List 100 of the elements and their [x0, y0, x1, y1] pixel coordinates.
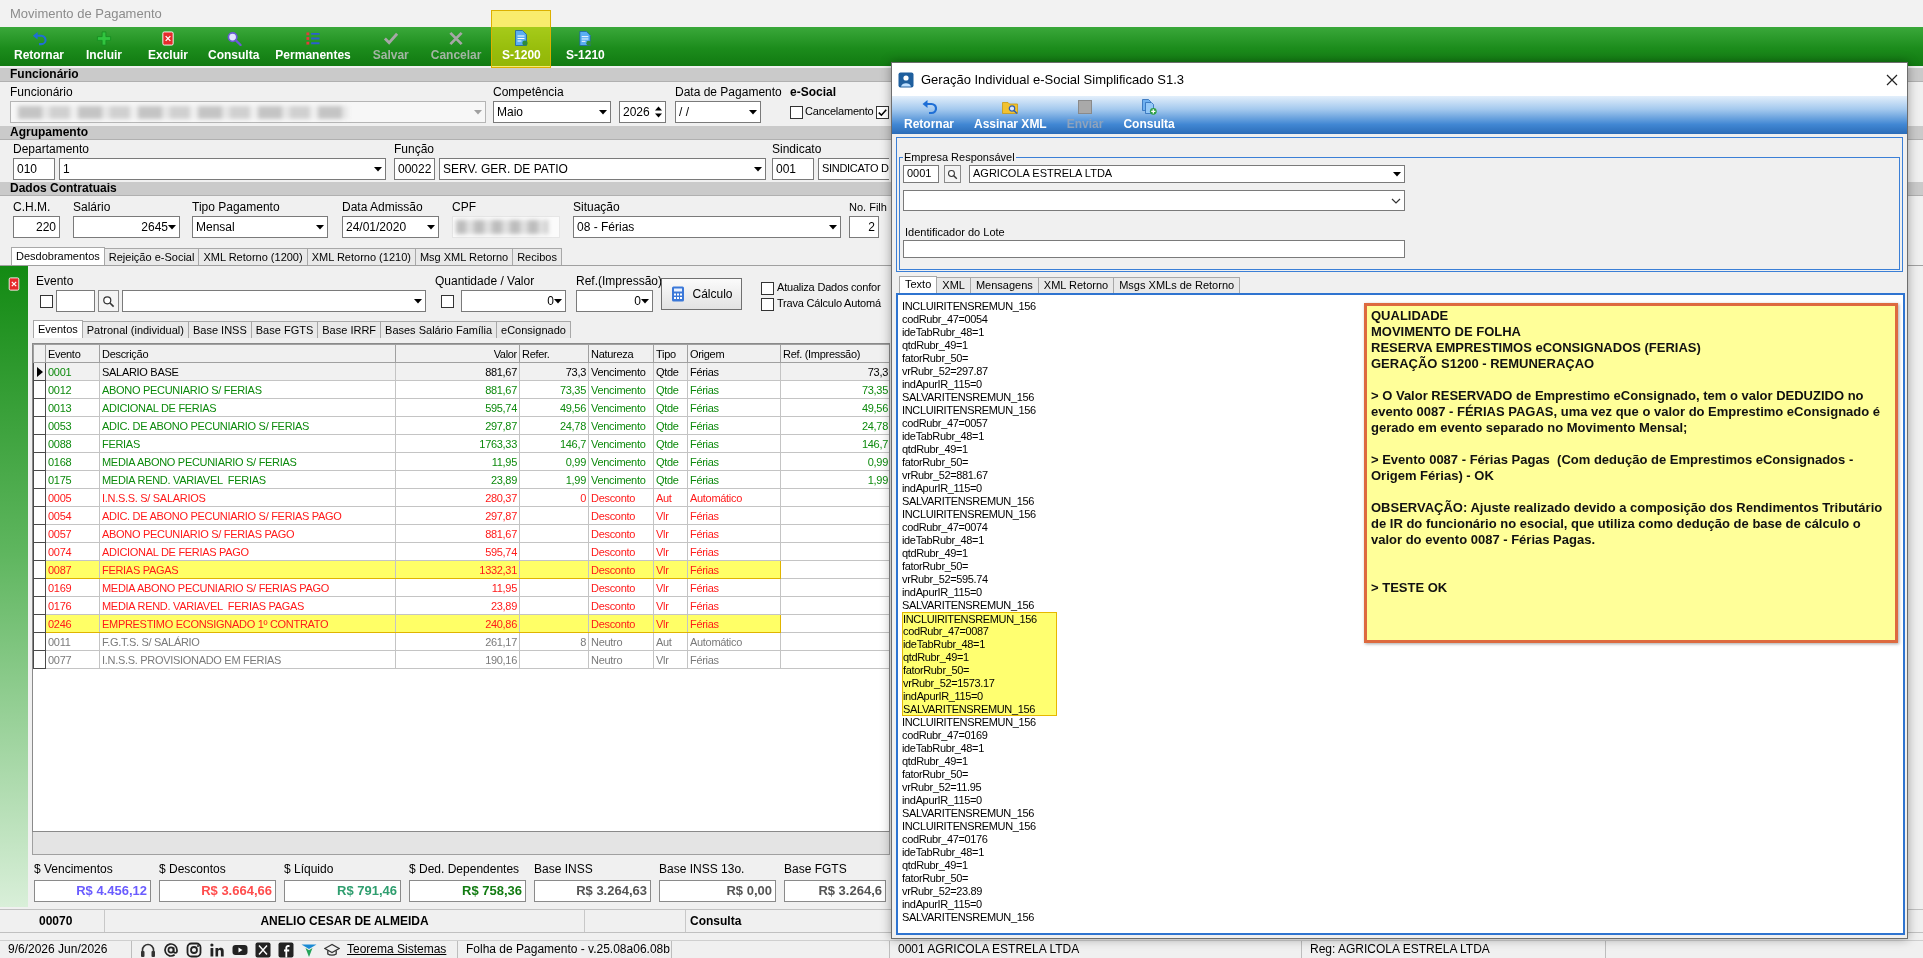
code-field[interactable]: 00022 [394, 158, 435, 180]
select-field[interactable]: SERV. GER. DE PATIO [439, 158, 766, 180]
tab[interactable]: XML [936, 277, 971, 293]
value-select[interactable]: 0 [461, 290, 566, 312]
tab[interactable]: Base IRRF [317, 321, 382, 338]
close-icon[interactable] [1886, 73, 1898, 86]
checkbox[interactable] [441, 294, 454, 308]
website-link[interactable]: Teorema Sistemas [347, 942, 447, 957]
number-select[interactable]: 2645 [73, 216, 180, 238]
checkbox[interactable] [875, 105, 889, 119]
tab[interactable]: XML Retorno (1210) [306, 248, 416, 265]
x-logo-icon[interactable] [255, 941, 271, 958]
delete-icon [160, 31, 176, 46]
table-cell: 49,56 [519, 398, 589, 417]
tab[interactable]: Base INSS [187, 321, 252, 338]
column-header[interactable]: Refer. [519, 344, 589, 363]
toolbar-button[interactable]: Permanentes [269, 27, 357, 66]
date-select[interactable]: / / [675, 101, 761, 123]
column-header[interactable]: Evento [45, 344, 100, 363]
tab[interactable]: Mensagens [969, 277, 1039, 293]
text-line: indApurIR_115=0 [902, 378, 982, 391]
tab[interactable]: eConsignado [496, 321, 571, 338]
linkedin-icon[interactable] [209, 941, 225, 958]
toolbar-button[interactable]: Incluir [74, 27, 134, 66]
toolbar-button[interactable]: Excluir [138, 27, 198, 66]
graduation-cap-icon[interactable] [324, 941, 340, 958]
event-select[interactable] [122, 290, 426, 312]
checkbox[interactable] [761, 281, 774, 295]
code-field[interactable]: 001 [772, 158, 814, 180]
tab[interactable]: Texto [899, 276, 938, 293]
note-paragraph: OBSERVAÇÃO: Ajuste realizado devido a composição dos Rendimentos Tributário de IR do funcionário no esocial, que utiliza como dedução de base de cálculo o valor do evento 0087 - Férias Pagas. [1371, 500, 1884, 548]
tab[interactable]: Bases Salário Família [380, 321, 498, 338]
text-field[interactable] [903, 240, 1405, 258]
instagram-icon[interactable] [186, 941, 202, 958]
company-select[interactable]: AGRICOLA ESTRELA LTDA [969, 165, 1405, 183]
table-cell: F.G.T.S. S/ SALÁRIO [99, 632, 396, 651]
tab[interactable]: Recibos [512, 248, 562, 265]
toolbar-button[interactable]: Consulta [202, 27, 266, 66]
column-header[interactable]: Descrição [99, 344, 396, 363]
check-icon [382, 31, 399, 46]
checkbox[interactable] [40, 294, 53, 308]
facebook-icon[interactable] [278, 941, 294, 958]
select-field[interactable]: Mensal [192, 216, 328, 238]
text-line: codRubr_47=0176 [902, 833, 988, 846]
calculate-button[interactable]: Cálculo [661, 278, 742, 310]
column-header[interactable]: Ref. (Impressão) [780, 344, 889, 363]
select-field[interactable] [903, 190, 1405, 211]
table-cell: 0054 [45, 506, 100, 525]
text-line: SALVARITENSREMUN_156 [902, 807, 1034, 820]
year-spinner[interactable]: 2026 [619, 101, 666, 123]
month-select[interactable]: Maio [493, 101, 611, 123]
masked-field[interactable] [452, 216, 560, 238]
toolbar-button[interactable]: S-1210 [555, 27, 616, 66]
column-header[interactable]: Tipo [653, 344, 688, 363]
search-icon [102, 294, 115, 308]
table-cell: Vlr [653, 596, 688, 615]
total-field: R$ 4.456,12 [34, 880, 151, 902]
dropdown-arrow-icon [599, 109, 607, 115]
select-field[interactable]: 1 [59, 158, 386, 180]
column-header[interactable]: Origem [687, 344, 781, 363]
tab[interactable]: Msgs XMLs de Retorno [1113, 277, 1241, 293]
field-label: CPF [452, 200, 476, 214]
delete-icon[interactable] [7, 276, 21, 291]
value-select[interactable]: 0 [576, 290, 653, 312]
number-field[interactable]: 2 [849, 216, 879, 238]
tab[interactable]: XML Retorno (1200) [198, 248, 308, 265]
column-header[interactable]: Natureza [588, 344, 654, 363]
search-button[interactable] [98, 290, 119, 312]
headset-icon[interactable] [140, 941, 156, 958]
text-area[interactable] [896, 293, 1905, 935]
checkbox[interactable] [761, 297, 774, 311]
table-cell: 11,95 [395, 578, 520, 597]
table-cell: Férias [687, 542, 781, 561]
code-field[interactable]: 0001 [903, 165, 939, 183]
field-label: Função [394, 142, 435, 156]
column-header[interactable]: Valor [395, 344, 520, 363]
field-label: Base INSS 13o. [659, 862, 745, 876]
select-field[interactable]: 08 - Férias [573, 216, 841, 238]
tab[interactable]: Desdobramentos [11, 247, 105, 265]
search-icon [225, 31, 242, 46]
code-field[interactable] [56, 290, 95, 312]
table-cell: 24,78 [519, 416, 589, 435]
text-field[interactable]: SINDICATO D [818, 158, 889, 180]
tab[interactable]: Msg XML Retorno [414, 248, 514, 265]
checkbox[interactable] [790, 105, 803, 119]
toolbar-button[interactable]: Retornar [8, 27, 70, 66]
tab[interactable]: Base FGTS [250, 321, 319, 338]
tab[interactable]: XML Retorno [1037, 277, 1115, 293]
tab[interactable]: Eventos [33, 320, 83, 338]
number-field[interactable]: 220 [13, 216, 60, 238]
tab[interactable]: Rejeição e-Social [103, 248, 200, 265]
tab[interactable]: Patronal (individual) [81, 321, 189, 338]
code-field[interactable]: 010 [13, 158, 55, 180]
at-sign-icon[interactable] [163, 941, 179, 958]
dropdown-arrow-icon [427, 224, 435, 230]
search-button[interactable] [944, 165, 961, 183]
table-cell: 595,74 [395, 542, 520, 561]
select-field[interactable]: 24/01/2020 [342, 216, 439, 238]
table-cell: ADIC. DE ABONO PECUNIARIO S/ FERIAS PAGO [99, 506, 396, 525]
text-line: qtdRubr_49=1 [902, 859, 968, 872]
